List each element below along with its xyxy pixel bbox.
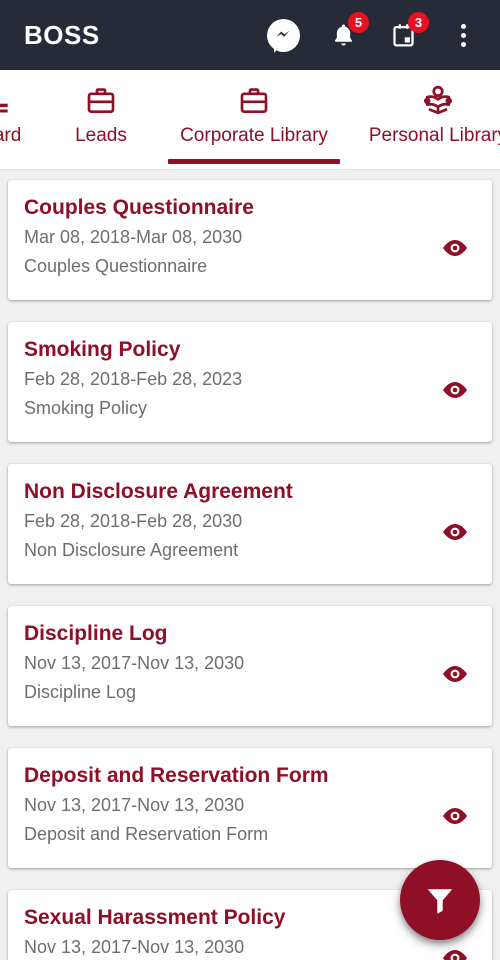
notifications-badge: 5 <box>348 12 369 33</box>
briefcase-icon <box>237 81 271 121</box>
view-document-button[interactable] <box>440 380 470 400</box>
document-title: Smoking Policy <box>24 338 181 361</box>
overflow-menu-button[interactable] <box>444 16 482 54</box>
tab-personal-library[interactable]: Personal Library <box>348 70 500 169</box>
tab-leads[interactable]: Leads <box>42 70 160 169</box>
briefcase-icon <box>84 81 118 121</box>
filter-funnel-icon <box>427 889 453 914</box>
document-description: Deposit and Reservation Form <box>24 823 269 844</box>
tab-corporate-library-label: Corporate Library <box>180 125 328 146</box>
messenger-button[interactable] <box>264 16 302 54</box>
tab-dashboard-label: board <box>0 125 22 146</box>
document-card[interactable]: Deposit and Reservation Form Nov 13, 201… <box>8 748 492 868</box>
eye-icon <box>443 666 467 682</box>
view-document-button[interactable] <box>440 238 470 258</box>
document-dates: Mar 08, 2018-Mar 08, 2030 <box>24 227 243 248</box>
document-dates: Feb 28, 2018-Feb 28, 2030 <box>24 511 243 532</box>
document-card[interactable]: Smoking Policy Feb 28, 2018-Feb 28, 2023… <box>8 322 492 442</box>
tab-corporate-library[interactable]: Corporate Library <box>160 70 348 169</box>
person-reading-icon <box>421 81 455 121</box>
app-root: BOSS 5 3 rd Leads Corporate Library Pers… <box>0 0 500 960</box>
view-document-button[interactable] <box>440 948 470 960</box>
document-card[interactable]: Non Disclosure Agreement Feb 28, 2018-Fe… <box>8 464 492 584</box>
app-bar: BOSS 5 3 <box>0 0 500 70</box>
notifications-button[interactable]: 5 <box>324 12 369 54</box>
document-dates: Nov 13, 2017-Nov 13, 2030 <box>24 937 245 958</box>
calendar-badge: 3 <box>408 12 429 33</box>
view-document-button[interactable] <box>440 806 470 826</box>
eye-icon <box>443 950 467 960</box>
tab-bar[interactable]: board Leads Corporate Library <box>0 70 500 170</box>
eye-icon <box>443 808 467 824</box>
document-title: Couples Questionnaire <box>24 196 254 219</box>
document-dates: Feb 28, 2018-Feb 28, 2023 <box>24 369 243 390</box>
messenger-icon <box>266 18 300 52</box>
document-list[interactable]: Couples Questionnaire Mar 08, 2018-Mar 0… <box>0 171 500 960</box>
document-dates: Nov 13, 2017-Nov 13, 2030 <box>24 795 245 816</box>
view-document-button[interactable] <box>440 664 470 684</box>
more-vertical-icon <box>460 23 466 47</box>
filter-fab-button[interactable] <box>400 860 480 940</box>
document-title: Non Disclosure Agreement <box>24 480 293 503</box>
eye-icon <box>443 524 467 540</box>
document-description: Non Disclosure Agreement <box>24 539 239 560</box>
app-bar-actions: 5 3 <box>264 12 482 54</box>
tab-personal-library-label: Personal Library <box>368 125 500 146</box>
view-document-button[interactable] <box>440 522 470 542</box>
document-description: Smoking Policy <box>24 397 148 418</box>
calendar-button[interactable]: 3 <box>384 12 429 54</box>
app-title: BOSS <box>24 19 100 50</box>
document-title: Discipline Log <box>24 622 168 645</box>
document-dates: Nov 13, 2017-Nov 13, 2030 <box>24 653 245 674</box>
tab-leads-label: Leads <box>75 125 127 146</box>
tab-dashboard[interactable]: board <box>0 70 42 169</box>
eye-icon <box>443 382 467 398</box>
dashboard-icon <box>0 81 13 121</box>
eye-icon <box>443 240 467 256</box>
document-description: Couples Questionnaire <box>24 255 208 276</box>
document-card[interactable]: Couples Questionnaire Mar 08, 2018-Mar 0… <box>8 180 492 300</box>
document-title: Deposit and Reservation Form <box>24 764 329 787</box>
document-description: Discipline Log <box>24 681 137 702</box>
document-card[interactable]: Discipline Log Nov 13, 2017-Nov 13, 2030… <box>8 606 492 726</box>
